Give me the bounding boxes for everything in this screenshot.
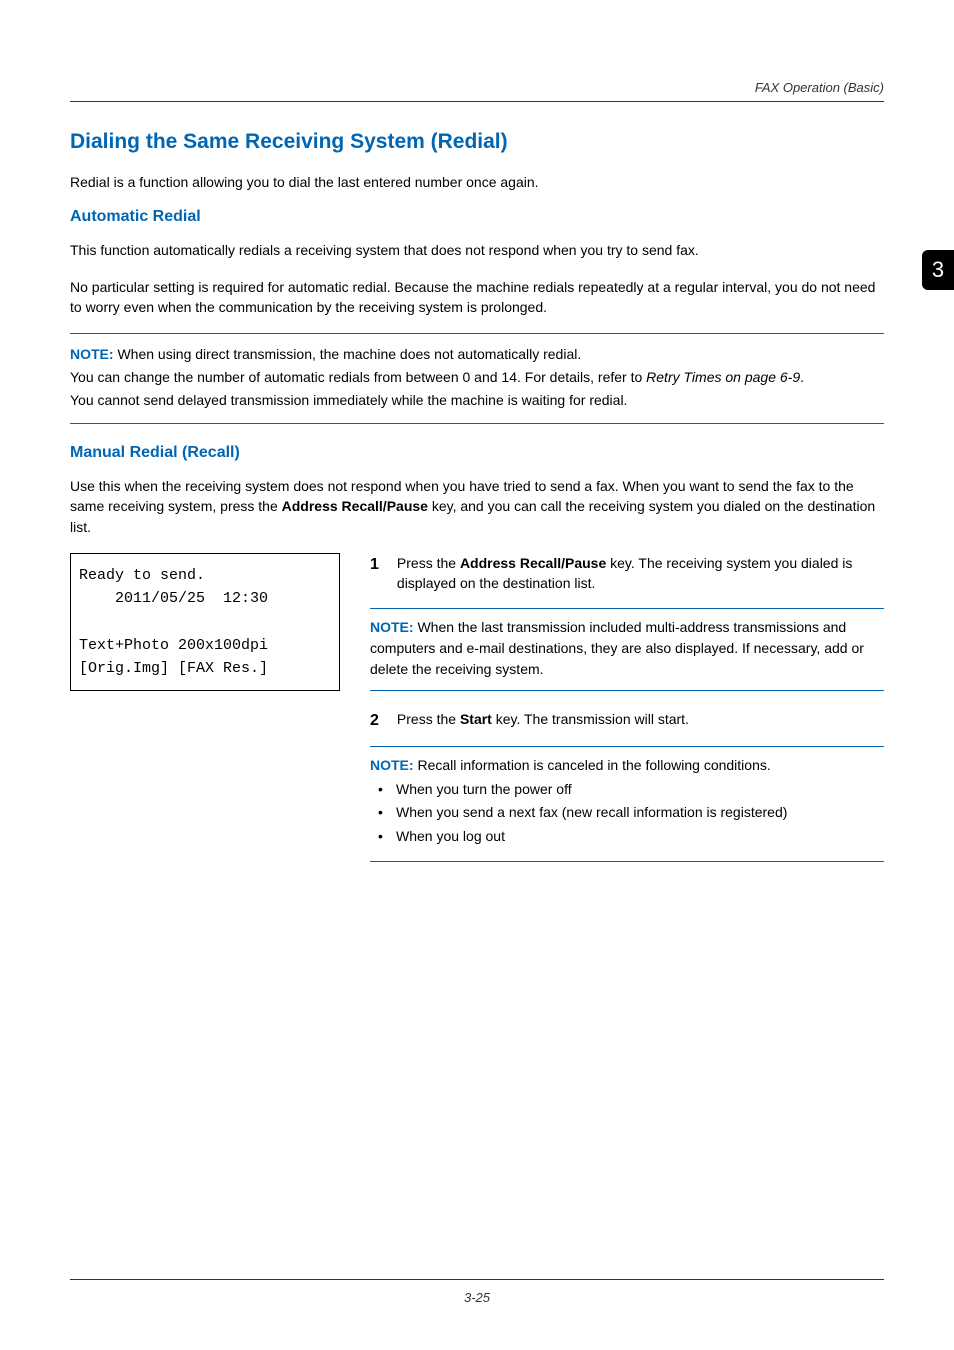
note1-line2: You can change the number of automatic r… — [70, 367, 884, 388]
note-label: NOTE: — [70, 346, 114, 362]
s2a: Press the — [397, 711, 460, 727]
step-2-text: Press the Start key. The transmission wi… — [397, 709, 884, 732]
note2-label: NOTE: — [370, 619, 414, 635]
lcd-line2: 2011/05/25 12:30 — [79, 590, 268, 607]
auto-p2: No particular setting is required for au… — [70, 277, 884, 318]
auto-p1: This function automatically redials a re… — [70, 240, 884, 260]
note2-text: When the last transmission included mult… — [370, 619, 864, 677]
bullet-1: When you turn the power off — [370, 780, 884, 800]
bullet-2: When you send a next fax (new recall inf… — [370, 803, 884, 823]
right-column: 1 Press the Address Recall/Pause key. Th… — [370, 553, 884, 880]
two-column-layout: Ready to send. 2011/05/25 12:30 Text+Pho… — [70, 553, 884, 880]
step-1-num: 1 — [370, 553, 379, 594]
s2c: key. The transmission will start. — [492, 711, 689, 727]
note1-ref: Retry Times on page 6-9 — [646, 369, 800, 385]
note3-text: Recall information is canceled in the fo… — [414, 757, 771, 773]
chapter-tab: 3 — [922, 250, 954, 290]
left-column: Ready to send. 2011/05/25 12:30 Text+Pho… — [70, 553, 340, 880]
note1-text1: When using direct transmission, the mach… — [114, 346, 582, 362]
note-block-1: NOTE: When using direct transmission, th… — [70, 333, 884, 424]
note1-text2c: . — [800, 369, 804, 385]
note3-bullets: When you turn the power off When you sen… — [370, 780, 884, 847]
header-section: FAX Operation (Basic) — [70, 80, 884, 102]
manual-key: Address Recall/Pause — [282, 498, 428, 514]
s1a: Press the — [397, 555, 460, 571]
lcd-line5: [Orig.Img] [FAX Res.] — [79, 660, 268, 677]
step-1-text: Press the Address Recall/Pause key. The … — [397, 553, 884, 594]
page-title: Dialing the Same Receiving System (Redia… — [70, 130, 884, 154]
heading-manual-redial: Manual Redial (Recall) — [70, 444, 884, 462]
bullet-3: When you log out — [370, 827, 884, 847]
note-block-2: NOTE: When the last transmission include… — [370, 608, 884, 691]
note-block-3: NOTE: Recall information is canceled in … — [370, 746, 884, 862]
page-footer: 3-25 — [70, 1279, 884, 1305]
manual-p1: Use this when the receiving system does … — [70, 476, 884, 537]
heading-automatic-redial: Automatic Redial — [70, 208, 884, 226]
note3-label: NOTE: — [370, 757, 414, 773]
lcd-display: Ready to send. 2011/05/25 12:30 Text+Pho… — [70, 553, 340, 691]
lcd-line4: Text+Photo 200x100dpi — [79, 637, 268, 654]
note1-line1: NOTE: When using direct transmission, th… — [70, 344, 884, 365]
lcd-line1: Ready to send. — [79, 567, 205, 584]
step-2-num: 2 — [370, 709, 379, 732]
step-1: 1 Press the Address Recall/Pause key. Th… — [370, 553, 884, 594]
note1-text2a: You can change the number of automatic r… — [70, 369, 646, 385]
step-2: 2 Press the Start key. The transmission … — [370, 709, 884, 732]
s2-key: Start — [460, 711, 492, 727]
s1-key: Address Recall/Pause — [460, 555, 606, 571]
intro-text: Redial is a function allowing you to dia… — [70, 172, 884, 192]
note3-line: NOTE: Recall information is canceled in … — [370, 755, 884, 776]
note1-line3: You cannot send delayed transmission imm… — [70, 390, 884, 411]
